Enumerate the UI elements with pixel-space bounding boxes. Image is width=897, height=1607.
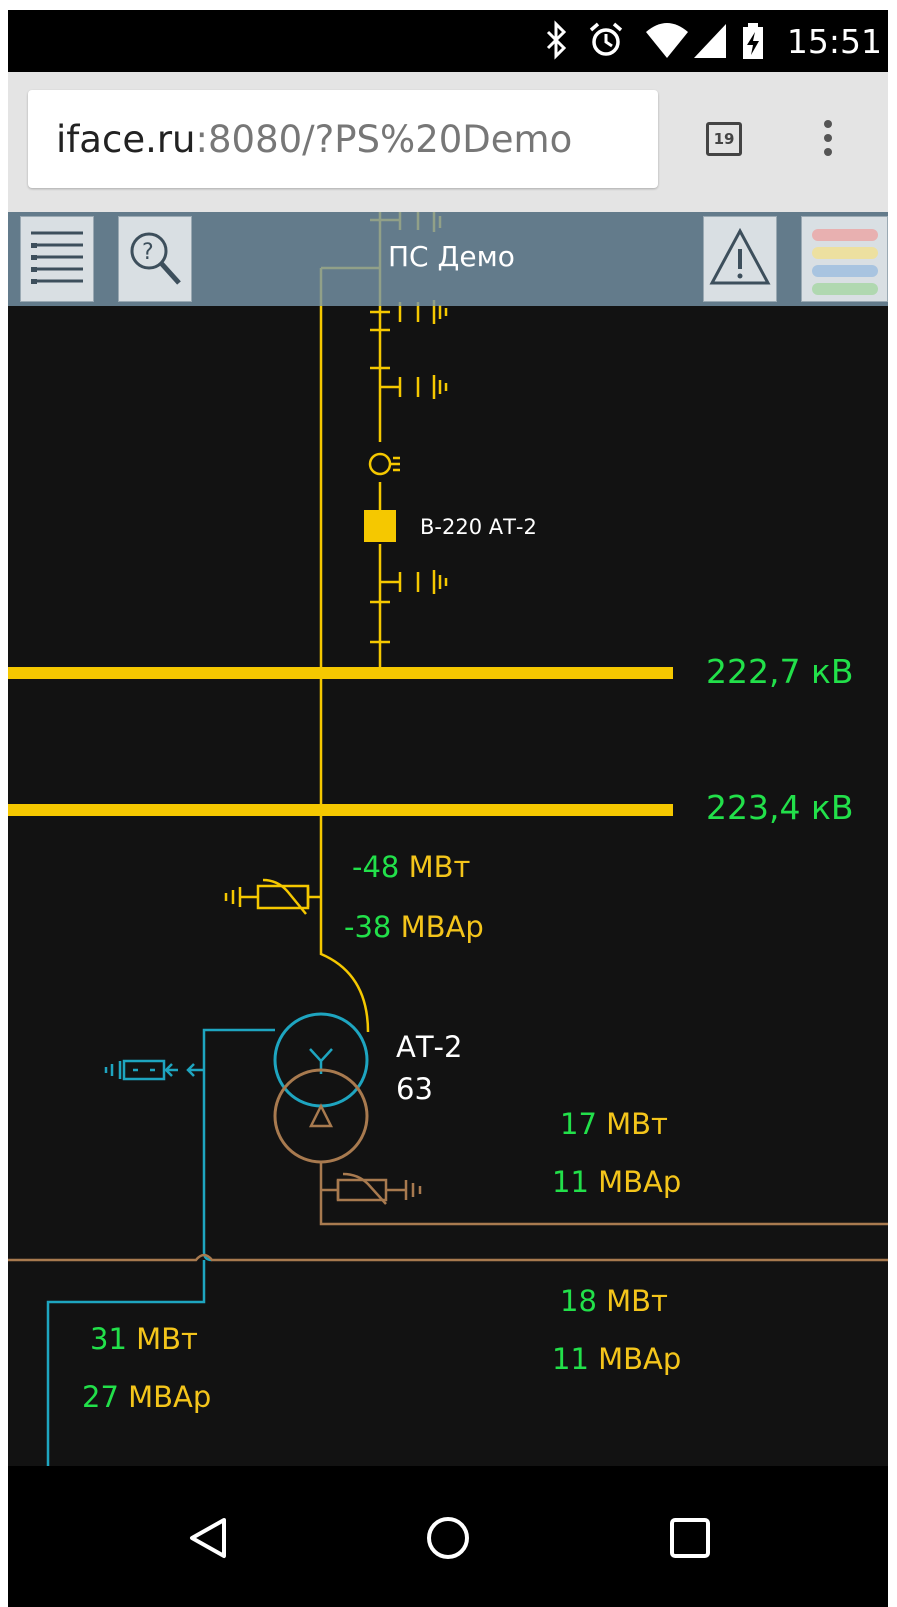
- bus2-voltage: 223,4 кВ: [706, 788, 854, 827]
- alarm-icon: [589, 22, 623, 56]
- transformer-lv-winding[interactable]: [273, 1068, 369, 1164]
- hv-reactive-power: -38 МВАр: [344, 910, 484, 944]
- app-toolbar: ? ПС Демо: [8, 212, 888, 306]
- tab-switcher-button[interactable]: 19: [706, 122, 742, 156]
- transformer-rating: 63: [396, 1072, 433, 1106]
- hv-surge-arrester: [224, 878, 321, 915]
- substation-scheme[interactable]: ? ПС Демо В-220 АТ-2 222,7 кВ 223,4 кВ -…: [8, 212, 888, 1466]
- lv-active-power: 17 МВт: [560, 1107, 668, 1141]
- url-host: iface.ru: [56, 118, 196, 161]
- recents-icon[interactable]: [668, 1516, 712, 1560]
- legend-button[interactable]: [801, 216, 888, 302]
- url-text: iface.ru:8080/?PS%20Demo: [56, 118, 572, 161]
- search-help-button[interactable]: ?: [118, 216, 192, 302]
- legend-icon: [812, 229, 878, 295]
- breaker-label: В-220 АТ-2: [420, 515, 537, 539]
- wifi-icon: [646, 23, 688, 58]
- mv-reactive-power: 27 МВАр: [82, 1380, 212, 1414]
- bus-bar-1: [8, 667, 673, 679]
- status-bar: 15:51: [8, 10, 888, 72]
- back-icon[interactable]: [184, 1514, 232, 1562]
- hv-active-power: -48 МВт: [352, 850, 471, 884]
- breaker-b220-at2[interactable]: [364, 510, 396, 542]
- browser-menu-button[interactable]: [816, 120, 840, 168]
- status-time: 15:51: [786, 22, 882, 61]
- phone-screen: 15:51 iface.ru:8080/?PS%20Demo 19 ? ПС Д…: [8, 10, 888, 1607]
- signal-icon: [694, 24, 726, 58]
- bus-bar-2: [8, 804, 673, 816]
- delta-symbol: [308, 1103, 334, 1128]
- lv-reactive-power: 11 МВАр: [552, 1165, 682, 1199]
- android-nav-bar: [8, 1466, 888, 1607]
- svg-text:?: ?: [142, 240, 154, 265]
- list-icon: [31, 231, 83, 284]
- bluetooth-icon: [546, 20, 567, 60]
- battery-charging-icon: [743, 23, 763, 59]
- single-line-diagram: [8, 212, 888, 1466]
- search-help-icon: ?: [130, 232, 181, 285]
- lv-line: [8, 1162, 888, 1262]
- home-icon[interactable]: [424, 1514, 472, 1562]
- list-button[interactable]: [20, 216, 94, 302]
- warning-icon: [709, 227, 771, 285]
- alarms-button[interactable]: [703, 216, 777, 302]
- scheme-title: ПС Демо: [388, 240, 515, 273]
- transformer-name: АТ-2: [396, 1030, 463, 1064]
- feeder-reactive-power: 11 МВАр: [552, 1342, 682, 1376]
- mv-active-power: 31 МВт: [90, 1322, 198, 1356]
- url-path: :8080/?PS%20Demo: [195, 118, 573, 161]
- feeder-active-power: 18 МВт: [560, 1284, 668, 1318]
- url-field[interactable]: iface.ru:8080/?PS%20Demo: [28, 90, 658, 188]
- browser-toolbar: iface.ru:8080/?PS%20Demo 19: [8, 72, 888, 212]
- bus1-voltage: 222,7 кВ: [706, 652, 854, 691]
